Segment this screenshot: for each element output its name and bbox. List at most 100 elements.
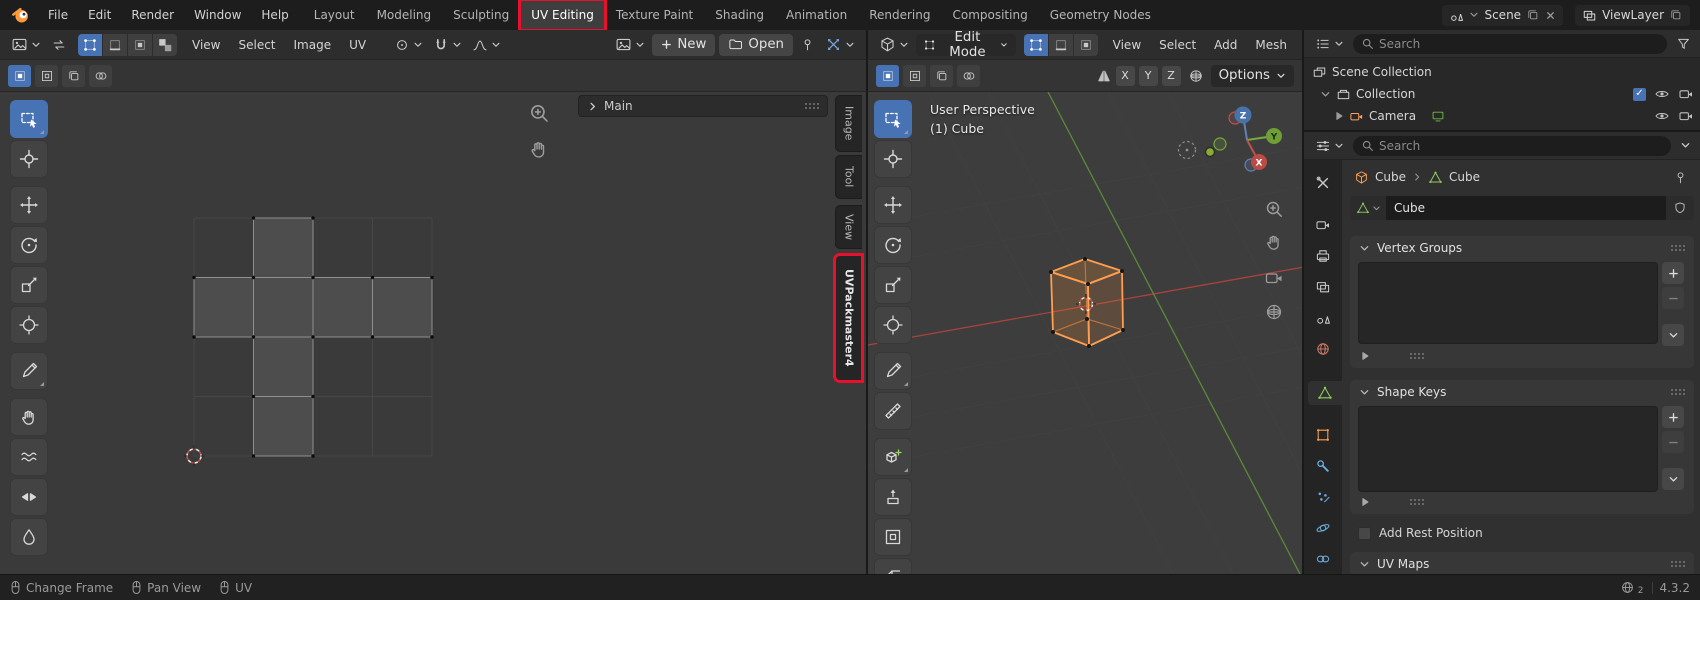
shape-keys-list[interactable] xyxy=(1358,406,1658,492)
tab-particles[interactable] xyxy=(1308,484,1338,509)
browse-mesh-button[interactable] xyxy=(1350,196,1386,220)
mirror-icon[interactable] xyxy=(1096,68,1112,84)
add-vertex-group-button[interactable] xyxy=(1662,262,1684,284)
tool-rotate[interactable] xyxy=(874,226,912,264)
menu-window[interactable]: Window xyxy=(184,0,251,30)
sidebar-tab-tool[interactable]: Tool xyxy=(835,155,862,199)
uv-menu-uv[interactable]: UV xyxy=(342,30,373,60)
tool-measure[interactable] xyxy=(874,392,912,430)
hide-eye-icon[interactable] xyxy=(1654,108,1670,124)
uv-editor-type-button[interactable] xyxy=(8,34,44,55)
uv-maps-panel-header[interactable]: UV Maps xyxy=(1350,552,1694,574)
blender-logo-icon[interactable] xyxy=(0,5,38,25)
properties-options-button[interactable] xyxy=(1677,138,1694,153)
tab-object[interactable] xyxy=(1308,422,1338,447)
tab-modifiers[interactable] xyxy=(1308,453,1338,478)
shape-key-specials-button[interactable] xyxy=(1662,468,1684,490)
workspace-tab-modeling[interactable]: Modeling xyxy=(366,0,443,30)
mode-selector-button[interactable]: Edit Mode xyxy=(916,30,1016,60)
remove-vertex-group-button[interactable] xyxy=(1662,287,1684,309)
uv-select-face-button[interactable] xyxy=(128,33,152,56)
uv-select-vertex-button[interactable] xyxy=(78,33,102,56)
select-mode-extend-button[interactable] xyxy=(35,64,58,87)
tool-transform[interactable] xyxy=(874,306,912,344)
uv-menu-image[interactable]: Image xyxy=(287,30,339,60)
camera-view-icon[interactable] xyxy=(1264,268,1284,288)
render-visibility-camera-icon[interactable] xyxy=(1678,86,1694,102)
select-mode-intersect-button[interactable] xyxy=(957,64,980,87)
vertex-mode-button[interactable] xyxy=(1023,33,1048,56)
select-mode-invert-button[interactable] xyxy=(89,64,112,87)
tool-move[interactable] xyxy=(874,186,912,224)
workspace-tab-texture-paint[interactable]: Texture Paint xyxy=(605,0,704,30)
select-mode-set-button[interactable] xyxy=(8,64,31,87)
snap-button[interactable] xyxy=(430,35,465,55)
scene-selector[interactable]: Scene xyxy=(1442,4,1564,26)
render-visibility-camera-icon[interactable] xyxy=(1678,108,1694,124)
region-context-bar[interactable]: Main xyxy=(578,95,828,117)
mesh-name-field[interactable] xyxy=(1386,196,1666,220)
filter-expand-icon[interactable] xyxy=(1360,497,1370,507)
network-globe-icon[interactable] xyxy=(1620,580,1635,595)
collection-checkbox[interactable]: ✓ xyxy=(1633,87,1646,101)
tool-cursor[interactable] xyxy=(874,140,912,178)
tool-select-box[interactable] xyxy=(874,100,912,138)
fake-user-button[interactable] xyxy=(1666,196,1694,220)
snap-target-button[interactable] xyxy=(1185,66,1207,86)
drag-grip-icon[interactable] xyxy=(1671,389,1685,395)
proportional-editing-button[interactable] xyxy=(469,35,504,55)
tool-annotate[interactable] xyxy=(10,352,48,390)
remove-shape-key-button[interactable] xyxy=(1662,431,1684,453)
tool-grab[interactable] xyxy=(10,398,48,436)
tab-world[interactable] xyxy=(1308,337,1338,362)
shape-keys-panel-header[interactable]: Shape Keys xyxy=(1350,380,1694,404)
tool-smear[interactable] xyxy=(10,518,48,556)
tool-select-box[interactable] xyxy=(10,100,48,138)
menu-file[interactable]: File xyxy=(38,0,78,30)
tool-inset-faces[interactable] xyxy=(874,518,912,556)
expander-icon[interactable] xyxy=(1334,111,1344,121)
add-shape-key-button[interactable] xyxy=(1662,406,1684,428)
open-image-button[interactable]: Open xyxy=(719,33,793,56)
new-image-button[interactable]: New xyxy=(652,33,716,56)
menu-edit[interactable]: Edit xyxy=(78,0,121,30)
workspace-tab-compositing[interactable]: Compositing xyxy=(941,0,1038,30)
face-mode-button[interactable] xyxy=(1073,33,1098,56)
outliner-search-input[interactable] xyxy=(1379,36,1659,51)
viewport-menu-mesh[interactable]: Mesh xyxy=(1248,30,1294,60)
vertex-groups-list[interactable] xyxy=(1358,262,1658,344)
tool-scale[interactable] xyxy=(10,266,48,304)
tool-pinch[interactable] xyxy=(10,478,48,516)
sidebar-tab-image[interactable]: Image xyxy=(835,95,862,152)
pivot-point-button[interactable] xyxy=(391,35,426,55)
uv-menu-view[interactable]: View xyxy=(185,30,227,60)
options-button[interactable]: Options xyxy=(1210,64,1294,87)
image-browse-button[interactable] xyxy=(612,34,648,55)
tool-relax[interactable] xyxy=(10,438,48,476)
uv-sync-selection-toggle[interactable] xyxy=(48,35,70,55)
vertex-group-specials-button[interactable] xyxy=(1662,324,1684,346)
vertex-groups-panel-header[interactable]: Vertex Groups xyxy=(1350,236,1694,260)
add-rest-position-checkbox[interactable] xyxy=(1358,526,1371,540)
new-viewlayer-icon[interactable] xyxy=(1669,8,1683,22)
uv-menu-select[interactable]: Select xyxy=(231,30,282,60)
drag-grip-icon[interactable] xyxy=(1410,499,1424,505)
gizmo-toggle-button[interactable] xyxy=(822,34,858,55)
expander-icon[interactable] xyxy=(1320,89,1331,100)
tool-bevel[interactable] xyxy=(874,558,912,574)
viewport-canvas[interactable]: Z Y X User Perspective (1) Cube xyxy=(866,92,1302,574)
workspace-tab-animation[interactable]: Animation xyxy=(775,0,858,30)
filter-expand-icon[interactable] xyxy=(1360,351,1370,361)
tool-annotate[interactable] xyxy=(874,352,912,390)
zoom-icon[interactable] xyxy=(1264,199,1284,219)
hide-eye-icon[interactable] xyxy=(1654,86,1670,102)
properties-search-input[interactable] xyxy=(1379,138,1663,153)
outliner-display-mode-button[interactable] xyxy=(1312,34,1347,54)
pan-hand-icon[interactable] xyxy=(528,138,550,160)
select-mode-extend-button[interactable] xyxy=(903,64,926,87)
tab-view-layer[interactable] xyxy=(1308,275,1338,300)
menu-help[interactable]: Help xyxy=(251,0,298,30)
sidebar-tab-view[interactable]: View xyxy=(835,205,862,249)
drag-grip-icon[interactable] xyxy=(1671,245,1685,251)
new-scene-icon[interactable] xyxy=(1526,8,1540,22)
